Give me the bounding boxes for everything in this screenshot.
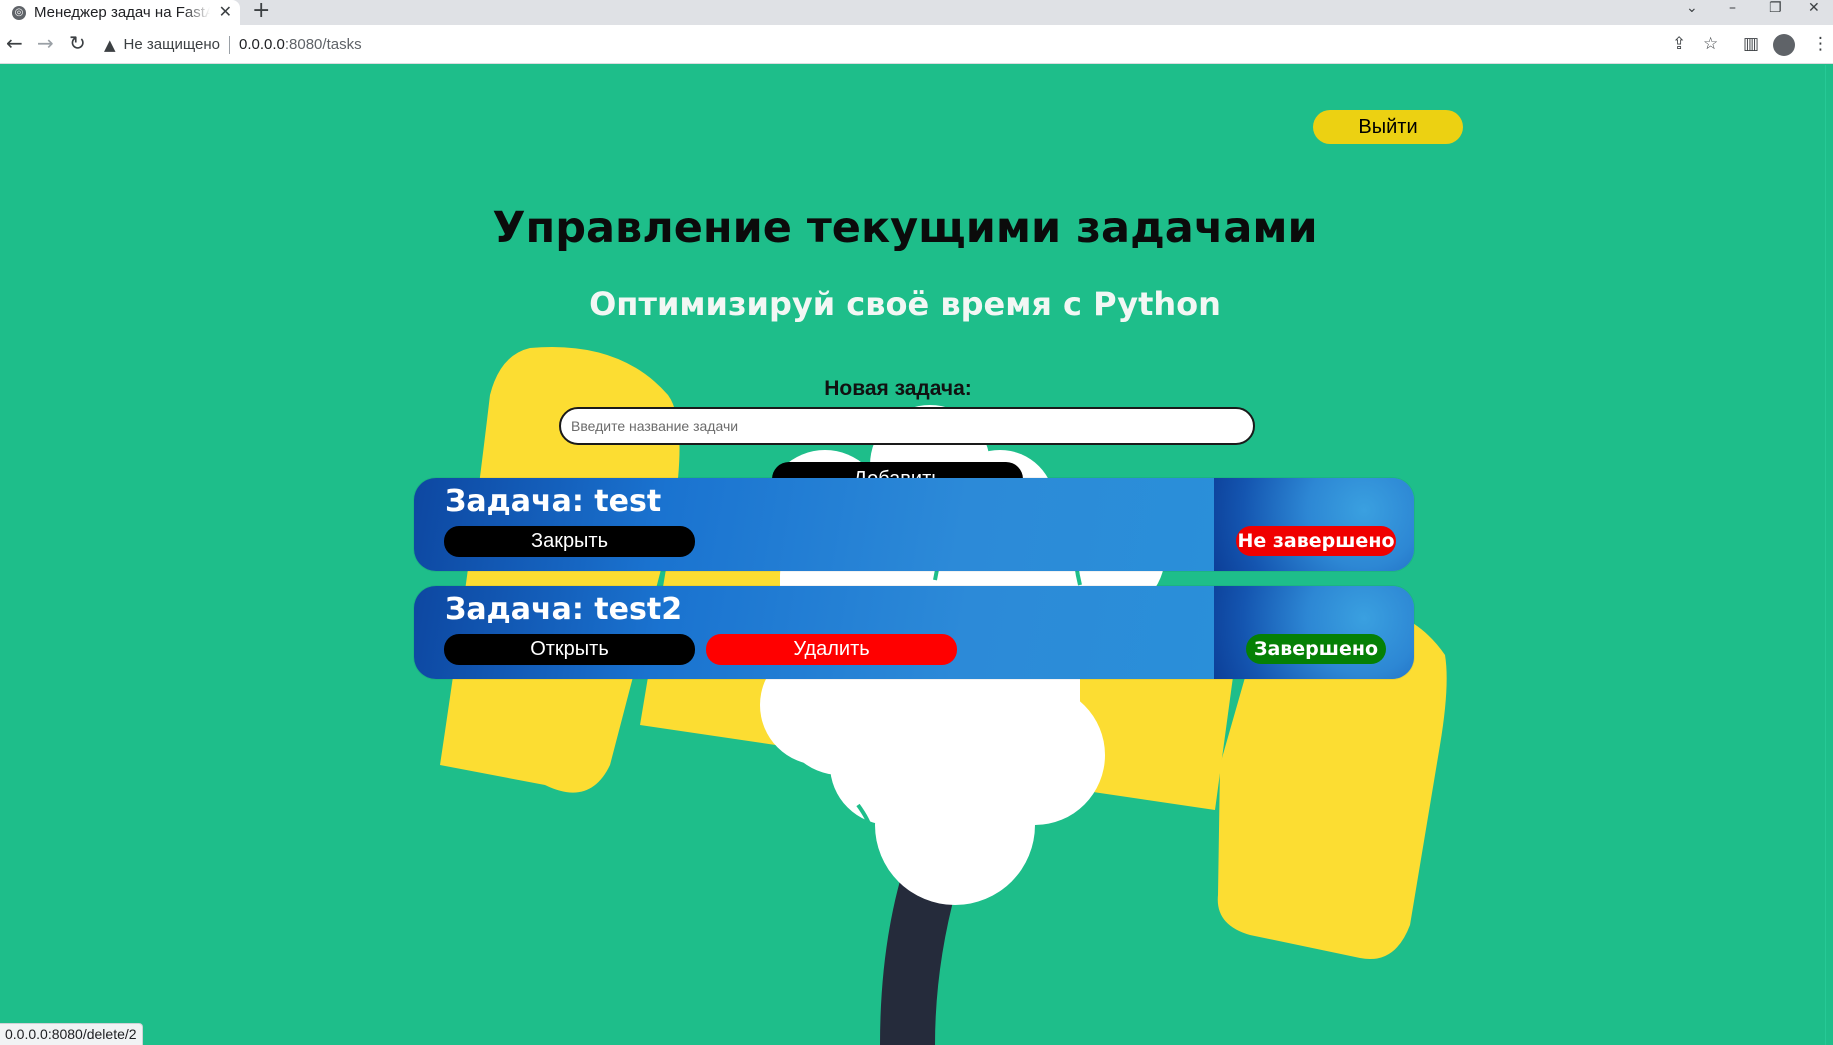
minimize-icon[interactable]: – xyxy=(1729,0,1736,16)
share-icon[interactable]: ⇪ xyxy=(1672,34,1686,54)
link-status-bubble: 0.0.0.0:8080/delete/2 xyxy=(0,1023,143,1045)
close-task-button[interactable]: Закрыть xyxy=(444,526,695,557)
open-task-button[interactable]: Открыть xyxy=(444,634,695,665)
task-card: Задача: test Закрыть Не завершено xyxy=(414,478,1414,571)
warning-icon[interactable]: ▲ xyxy=(104,36,116,54)
back-icon[interactable]: ← xyxy=(6,31,23,55)
new-tab-icon[interactable]: + xyxy=(252,0,270,23)
browser-tab[interactable]: ◎ Менеджер задач на FastAPI ✕ xyxy=(0,0,240,25)
url-host[interactable]: 0.0.0.0 xyxy=(239,36,285,53)
task-status-panel xyxy=(1214,478,1414,571)
restore-icon[interactable]: ❐ xyxy=(1769,0,1782,16)
browser-tab-strip: ◎ Менеджер задач на FastAPI ✕ + ⌄ – ❐ ✕ xyxy=(0,0,1833,25)
delete-task-button[interactable]: Удалить xyxy=(706,634,957,665)
url-path[interactable]: :8080/tasks xyxy=(285,36,362,53)
reload-icon[interactable]: ↻ xyxy=(69,31,86,55)
address-divider xyxy=(228,35,230,54)
tab-title: Менеджер задач на FastAPI xyxy=(34,4,210,21)
status-badge: Не завершено xyxy=(1236,526,1396,556)
profile-avatar[interactable] xyxy=(1773,34,1795,56)
logout-button[interactable]: Выйти xyxy=(1313,110,1463,144)
task-card: Задача: test2 Открыть Удалить Завершено xyxy=(414,586,1414,679)
page-scrollbar[interactable] xyxy=(1825,65,1833,1045)
page-subtitle: Оптимизируй своё время с Python xyxy=(589,285,1221,323)
menu-kebab-icon[interactable]: ⋮ xyxy=(1812,34,1829,54)
bookmark-star-icon[interactable]: ☆ xyxy=(1703,34,1718,54)
globe-icon: ◎ xyxy=(12,5,26,20)
page-viewport: Выйти Управление текущими задачами Оптим… xyxy=(0,65,1825,1045)
page-title: Управление текущими задачами xyxy=(492,203,1318,253)
tab-search-icon[interactable]: ⌄ xyxy=(1686,0,1698,16)
task-name: Задача: test2 xyxy=(445,592,683,627)
side-panel-icon[interactable]: ▥ xyxy=(1743,34,1759,54)
new-task-label: Новая задача: xyxy=(824,377,972,400)
status-badge: Завершено xyxy=(1246,634,1386,664)
task-name: Задача: test xyxy=(445,484,662,519)
close-window-icon[interactable]: ✕ xyxy=(1808,0,1820,16)
task-name-input[interactable] xyxy=(559,407,1255,445)
address-bar[interactable]: ▲ Не защищено 0.0.0.0 :8080/tasks xyxy=(104,28,1684,61)
security-label[interactable]: Не защищено xyxy=(124,36,220,53)
task-status-panel xyxy=(1214,586,1414,679)
browser-toolbar: ← → ↻ ▲ Не защищено 0.0.0.0 :8080/tasks … xyxy=(0,25,1833,64)
forward-icon[interactable]: → xyxy=(37,31,54,55)
tab-close-icon[interactable]: ✕ xyxy=(219,2,232,21)
